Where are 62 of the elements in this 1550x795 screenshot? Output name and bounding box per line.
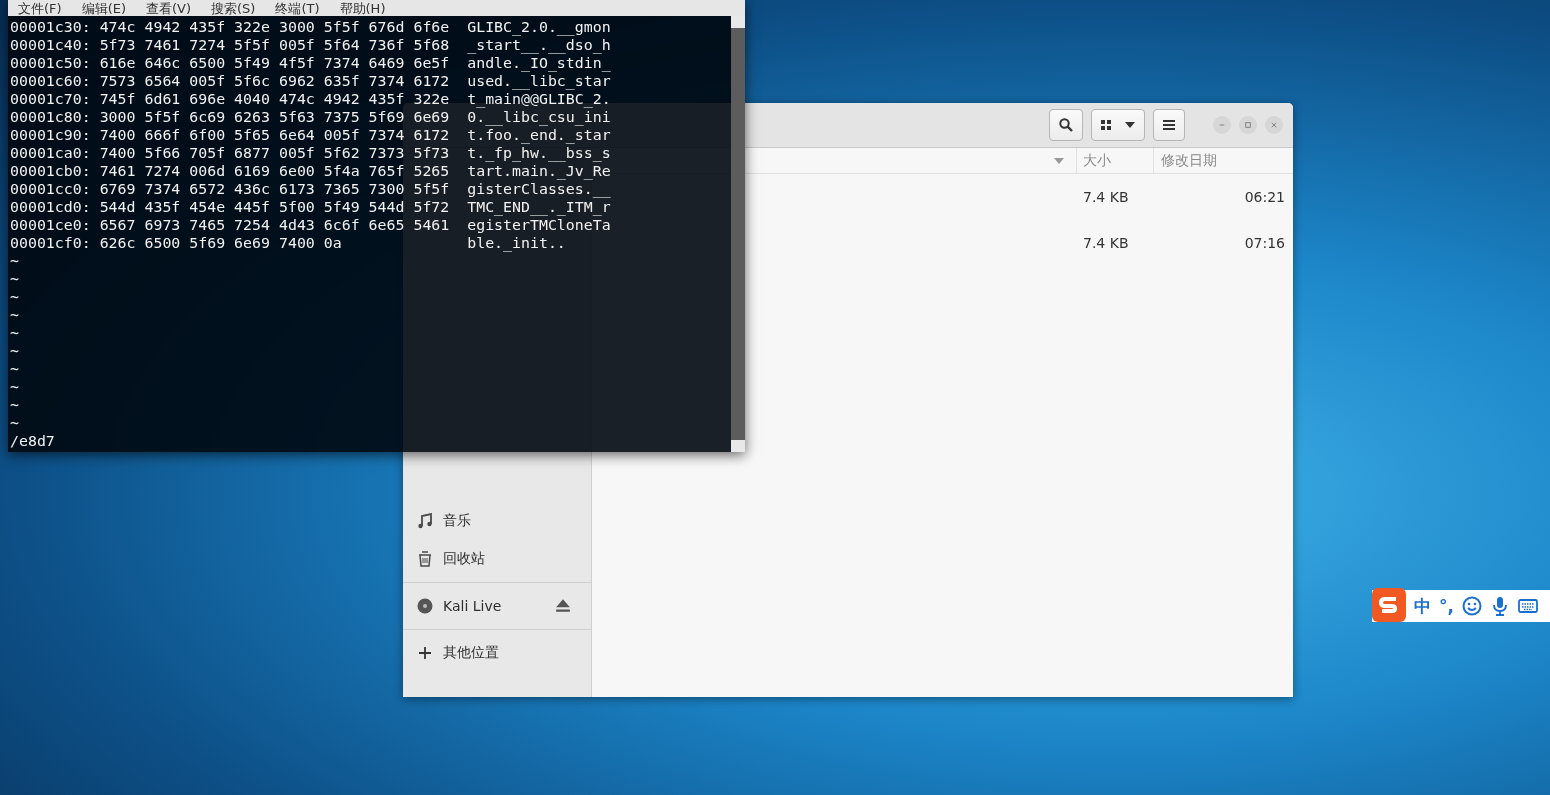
empty-line-marker: ~: [10, 252, 19, 270]
keyboard-icon[interactable]: [1517, 596, 1538, 616]
menu-item[interactable]: 文件(F): [18, 2, 62, 16]
maximize-button[interactable]: [1239, 116, 1257, 134]
punctuation-toggle[interactable]: °,: [1439, 596, 1454, 616]
view-mode-button[interactable]: [1091, 109, 1145, 141]
empty-line-marker: ~: [10, 288, 19, 306]
hex-dump-line: 00001c50: 616e 646c 6500 5f49 4f5f 7374 6469 6e5f andle._IO_stdin_: [10, 54, 611, 72]
menu-button[interactable]: [1153, 109, 1185, 141]
caret-icon: [1125, 122, 1135, 128]
empty-line-marker: ~: [10, 378, 19, 396]
file-size: 7.4 KB: [1082, 235, 1130, 251]
empty-line-marker: ~: [10, 360, 19, 378]
sidebar-item[interactable]: Kali Live: [403, 587, 591, 625]
empty-line-marker: ~: [10, 396, 19, 414]
menu-item[interactable]: 编辑(E): [81, 2, 126, 16]
music-note-icon: [417, 513, 433, 529]
sort-caret-icon[interactable]: [1054, 157, 1064, 164]
hex-dump-line: 00001c60: 7573 6564 005f 5f6c 6962 635f 7374 6172 used.__libc_star: [10, 72, 611, 90]
close-button[interactable]: [1265, 116, 1283, 134]
hex-dump-line: 00001cb0: 7461 7274 006d 6169 6e00 5f4a 765f 5265 tart.main._Jv_Re: [10, 162, 611, 180]
menu-item[interactable]: 终端(T): [275, 2, 320, 16]
eject-icon[interactable]: [555, 598, 571, 614]
hex-dump-line: 00001c70: 745f 6d61 696e 4040 474c 4942 435f 322e t_main@@GLIBC_2.: [10, 90, 611, 108]
hex-dump-line: 00001cc0: 6769 7374 6572 436c 6173 7365 7300 5f5f gisterClasses.__: [10, 180, 611, 198]
sidebar-item[interactable]: 其他位置: [403, 634, 591, 672]
hex-dump-line: 00001c90: 7400 666f 6f00 5f65 6e64 005f 7374 6172 t.foo._end._star: [10, 126, 611, 144]
empty-line-marker: ~: [10, 324, 19, 342]
close-icon: [1271, 121, 1277, 129]
scrollbar[interactable]: [731, 16, 745, 452]
trash-icon: [417, 551, 433, 567]
menu-item[interactable]: 查看(V): [146, 2, 192, 16]
hex-dump-line: 00001cd0: 544d 435f 454e 445f 5f00 5f49 544d 5f72 TMC_END__._ITM_r: [10, 198, 611, 216]
plus-icon: [417, 645, 433, 661]
input-method-logo[interactable]: [1372, 588, 1406, 622]
menu-item[interactable]: 搜索(S): [211, 2, 256, 16]
sidebar-item[interactable]: 音乐: [403, 502, 591, 540]
smiley-icon[interactable]: [1461, 596, 1482, 616]
hex-dump-line: 00001c80: 3000 5f5f 6c69 6263 5f63 7375 5f69 6e69 0.__libc_csu_ini: [10, 108, 611, 126]
file-size: 7.4 KB: [1082, 189, 1130, 205]
empty-line-marker: ~: [10, 306, 19, 324]
menu-icon: [1163, 120, 1175, 130]
empty-line-marker: ~: [10, 414, 19, 432]
menu-item[interactable]: 帮助(H): [339, 2, 386, 16]
disc-icon: [417, 598, 433, 614]
grid-icon: [1101, 120, 1111, 130]
search-icon: [1059, 118, 1073, 132]
search-button[interactable]: [1049, 109, 1083, 141]
file-modified: 07:16: [1243, 235, 1286, 251]
command-line: /e8d7: [10, 432, 55, 450]
empty-line-marker: ~: [10, 342, 19, 360]
hex-dump-line: 00001ce0: 6567 6973 7465 7254 4d43 6c6f 6e65 5461 egisterTMCloneTa: [10, 216, 611, 234]
file-modified: 06:21: [1243, 189, 1286, 205]
minimize-icon: [1219, 121, 1225, 129]
hex-dump-line: 00001c40: 5f73 7461 7274 5f5f 005f 5f64 736f 5f68 _start__.__dso_h: [10, 36, 611, 54]
input-mode-toggle[interactable]: 中: [1414, 594, 1431, 618]
empty-line-marker: ~: [10, 270, 19, 288]
sidebar-item[interactable]: 回收站: [403, 540, 591, 578]
maximize-icon: [1245, 121, 1251, 129]
hex-dump-line: 00001ca0: 7400 5f66 705f 6877 005f 5f62 7373 5f73 t._fp_hw.__bss_s: [10, 144, 611, 162]
hex-dump-line: 00001c30: 474c 4942 435f 322e 3000 5f5f 676d 6f6e GLIBC_2.0.__gmon: [10, 18, 611, 36]
hex-dump-line: 00001cf0: 626c 6500 5f69 6e69 7400 0a ble._init..: [10, 234, 566, 252]
